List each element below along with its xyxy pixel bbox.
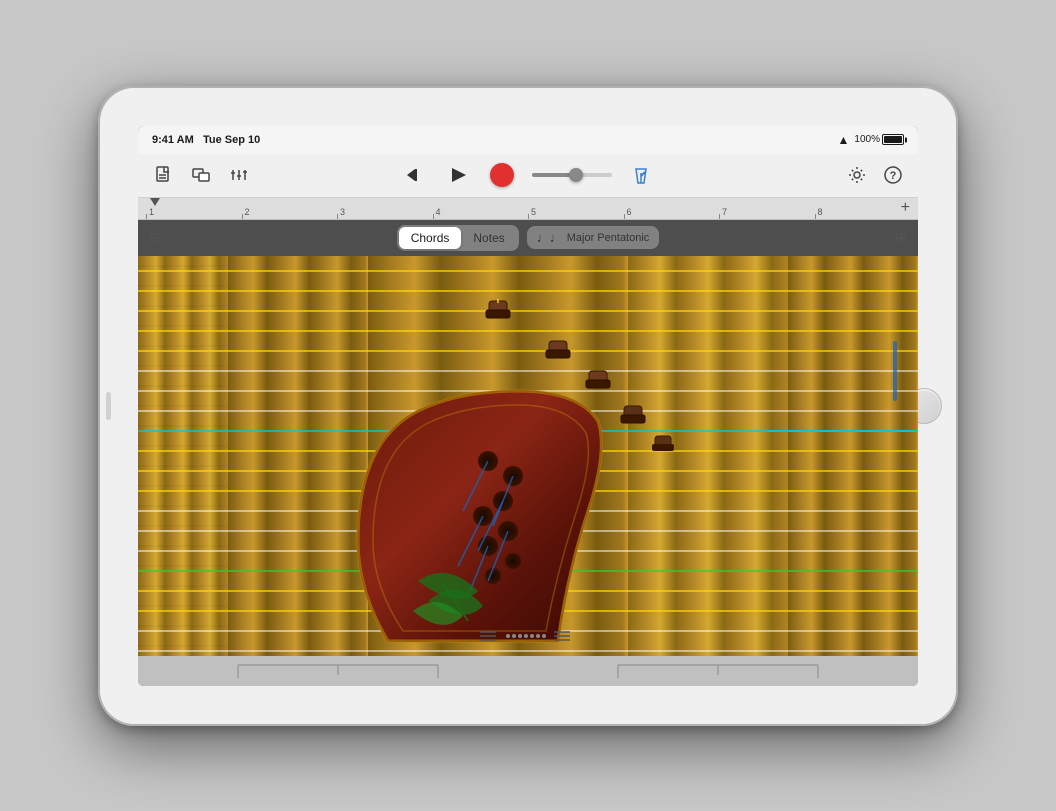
- main-content: ⊖ Chords Notes ♩♩ Major Pentatonic ⊕: [138, 220, 918, 656]
- zoom-in-area: ⊕: [895, 228, 908, 248]
- playhead-triangle: [150, 198, 160, 206]
- chords-tab[interactable]: Chords: [399, 227, 462, 249]
- battery-bar: [882, 134, 904, 145]
- toolbar-left: [152, 164, 250, 186]
- metronome-icon[interactable]: [630, 164, 652, 186]
- notes-tab[interactable]: Notes: [461, 227, 516, 249]
- toolbar: ?: [138, 154, 918, 198]
- time-display: 9:41 AM: [152, 134, 194, 146]
- wifi-icon: ▲: [838, 133, 850, 147]
- tab-group: Chords Notes: [397, 225, 519, 251]
- ruler-mark-1: 1: [146, 207, 242, 217]
- bracket-area: [138, 656, 918, 686]
- tempo-thumb: [569, 168, 583, 182]
- zoom-out-icon[interactable]: ⊖: [148, 228, 161, 248]
- scale-selector[interactable]: ♩♩ Major Pentatonic: [527, 226, 660, 249]
- svg-text:?: ?: [890, 170, 897, 182]
- music-note-icon: ♩♩: [537, 230, 563, 245]
- ruler-mark-6: 6: [624, 207, 720, 217]
- document-icon[interactable]: [152, 164, 174, 186]
- status-right: ▲ 100%: [838, 133, 904, 147]
- screen: 9:41 AM Tue Sep 10 ▲ 100%: [138, 126, 918, 686]
- zoom-out-area: ⊖: [148, 228, 161, 248]
- controls-bar: ⊖ Chords Notes ♩♩ Major Pentatonic ⊕: [138, 220, 918, 256]
- timeline-ruler: 1 2 3 4 5 6 7 8 +: [138, 198, 918, 220]
- rewind-button[interactable]: [404, 164, 426, 186]
- status-time: 9:41 AM Tue Sep 10: [152, 134, 260, 146]
- status-bar: 9:41 AM Tue Sep 10 ▲ 100%: [138, 126, 918, 154]
- settings-icon[interactable]: [846, 164, 868, 186]
- ruler-mark-7: 7: [719, 207, 815, 217]
- multiwindow-icon[interactable]: [190, 164, 212, 186]
- record-button[interactable]: [490, 163, 514, 187]
- bracket-svg: [138, 660, 918, 686]
- battery-fill: [884, 136, 902, 143]
- ruler-mark-2: 2: [242, 207, 338, 217]
- zither-svg[interactable]: [138, 256, 918, 656]
- help-icon[interactable]: ?: [882, 164, 904, 186]
- ipad-frame: 9:41 AM Tue Sep 10 ▲ 100%: [98, 86, 958, 726]
- zoom-in-icon[interactable]: ⊕: [895, 228, 908, 248]
- battery-percent: 100%: [854, 134, 880, 145]
- date-display: Tue Sep 10: [203, 134, 260, 146]
- ruler-mark-8: 8: [815, 207, 911, 217]
- ruler-mark-5: 5: [528, 207, 624, 217]
- add-track-button[interactable]: +: [901, 199, 910, 217]
- toolbar-right: ?: [846, 164, 904, 186]
- tempo-slider[interactable]: [532, 173, 612, 177]
- scale-label: Major Pentatonic: [567, 232, 650, 244]
- mixer-icon[interactable]: [228, 164, 250, 186]
- ruler-mark-3: 3: [337, 207, 433, 217]
- ruler-mark-4: 4: [433, 207, 529, 217]
- instrument-area[interactable]: [138, 256, 918, 656]
- play-button[interactable]: [444, 161, 472, 189]
- battery-container: 100%: [854, 134, 904, 145]
- ruler-marks: 1 2 3 4 5 6 7 8: [138, 207, 918, 217]
- toolbar-center: [404, 161, 652, 189]
